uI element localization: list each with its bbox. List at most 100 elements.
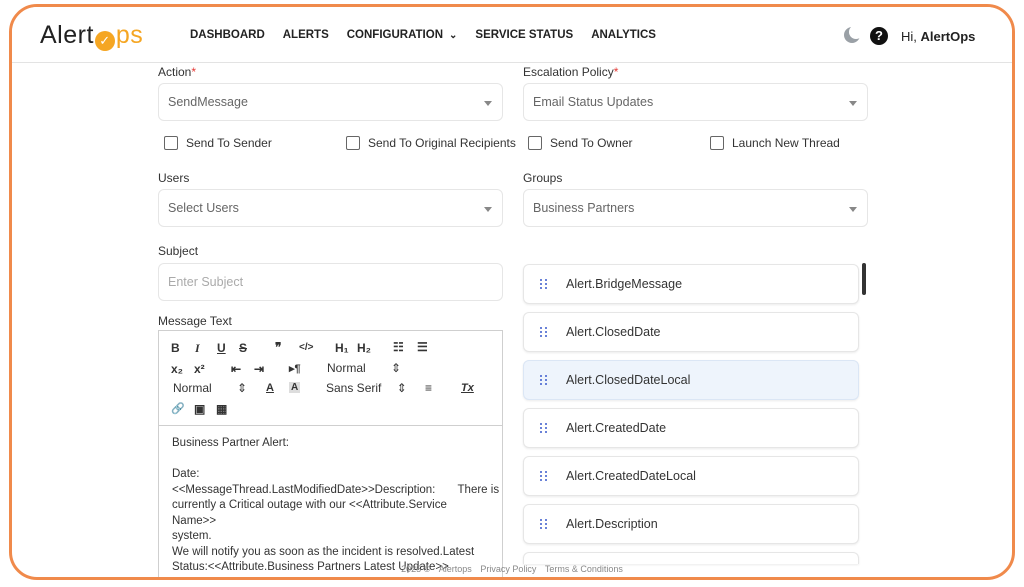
- action-label-text: Action: [158, 65, 192, 79]
- underline-icon[interactable]: U: [217, 341, 226, 355]
- blockquote-icon[interactable]: ❞: [275, 340, 281, 354]
- font-size-value: Normal: [173, 381, 212, 395]
- drag-handle-icon[interactable]: [540, 279, 548, 290]
- superscript-icon[interactable]: x²: [194, 362, 205, 376]
- logo-text-right: ps: [115, 21, 144, 49]
- send-to-sender-checkbox[interactable]: Send To Sender: [164, 136, 272, 150]
- logo-text-left: Alert: [40, 21, 94, 49]
- send-to-original-recipients-checkbox[interactable]: Send To Original Recipients: [346, 136, 516, 150]
- italic-icon[interactable]: I: [195, 341, 200, 356]
- drag-handle-icon[interactable]: [540, 519, 548, 530]
- checkbox-box[interactable]: [710, 136, 724, 150]
- link-icon[interactable]: 🔗: [171, 402, 185, 415]
- footer: 2025 © Alertops Privacy Policy Terms & C…: [12, 564, 1012, 574]
- footer-privacy-link[interactable]: Privacy Policy: [480, 564, 536, 574]
- editor-line: system.: [172, 530, 212, 542]
- outdent-icon[interactable]: ⇤: [231, 362, 241, 376]
- editor-line: We will notify you as soon as the incide…: [172, 545, 475, 558]
- drag-handle-icon[interactable]: [540, 423, 548, 434]
- message-editor[interactable]: B I U S ❞ </> H₁ H₂ ☷ ☰ x₂ x² ⇤ ⇥ ▸¶ Nor…: [158, 330, 503, 577]
- users-label: Users: [158, 171, 190, 185]
- heading-1-icon[interactable]: H₁: [335, 341, 349, 355]
- checkbox-label: Launch New Thread: [732, 136, 840, 150]
- required-mark: *: [191, 65, 197, 79]
- ordered-list-icon[interactable]: ☷: [393, 340, 404, 354]
- caret-down-icon: [484, 101, 492, 106]
- action-select[interactable]: SendMessage: [158, 83, 503, 121]
- nav-alerts[interactable]: ALERTS: [283, 29, 329, 41]
- updown-icon: ⇕: [391, 361, 402, 375]
- list-item-label: Alert.Description: [566, 517, 658, 531]
- subject-label: Subject: [158, 244, 199, 258]
- font-size-select[interactable]: Normal ⇕: [173, 381, 247, 395]
- list-item[interactable]: Alert.BridgeMessage: [523, 264, 859, 304]
- image-icon[interactable]: ▣: [194, 402, 205, 416]
- nav-analytics[interactable]: ANALYTICS: [591, 29, 656, 41]
- background-color-icon[interactable]: A: [289, 382, 301, 393]
- list-item[interactable]: Alert.CreatedDate: [523, 408, 859, 448]
- drag-handle-icon[interactable]: [540, 375, 548, 386]
- caret-down-icon: [849, 101, 857, 106]
- main-nav: DASHBOARD ALERTS CONFIGURATION ⌄ SERVICE …: [190, 29, 656, 41]
- text-color-icon[interactable]: A: [266, 382, 274, 394]
- user-greeting[interactable]: Hi, AlertOps: [901, 29, 975, 44]
- drag-handle-icon[interactable]: [540, 327, 548, 338]
- send-to-owner-checkbox[interactable]: Send To Owner: [528, 136, 633, 150]
- editor-line: <<MessageThread.LastModifiedDate>>Descri…: [172, 483, 500, 496]
- header-format-select[interactable]: Normal ⇕: [327, 361, 401, 375]
- checkbox-box[interactable]: [164, 136, 178, 150]
- clear-format-icon[interactable]: Tx: [461, 382, 474, 394]
- logo-check-icon: ✓: [94, 31, 115, 51]
- bullet-list-icon[interactable]: ☰: [417, 340, 428, 354]
- font-family-select[interactable]: Sans Serif ⇕: [326, 381, 407, 395]
- groups-label: Groups: [523, 171, 563, 185]
- alertops-logo[interactable]: Alert ✓ ps: [40, 21, 144, 51]
- app-window: Alert ✓ ps DASHBOARD ALERTS CONFIGURATION ⌄…: [9, 4, 1015, 580]
- editor-content[interactable]: Business Partner Alert: Date: <<MessageT…: [159, 426, 502, 577]
- text-direction-icon[interactable]: ▸¶: [289, 362, 301, 375]
- greeting-text: Hi,: [901, 29, 917, 44]
- groups-select-value: Business Partners: [533, 201, 635, 215]
- bold-icon[interactable]: B: [171, 341, 180, 355]
- code-block-icon[interactable]: </>: [299, 342, 313, 353]
- checkbox-box[interactable]: [346, 136, 360, 150]
- checkbox-box[interactable]: [528, 136, 542, 150]
- editor-line: Date:: [172, 468, 200, 480]
- nav-configuration[interactable]: CONFIGURATION ⌄: [347, 29, 458, 41]
- footer-copyright: 2025 ©: [401, 564, 431, 574]
- editor-line: Business Partner Alert:: [172, 437, 289, 449]
- help-icon[interactable]: ?: [870, 27, 888, 45]
- subject-placeholder: Enter Subject: [168, 275, 244, 289]
- nav-dashboard[interactable]: DASHBOARD: [190, 29, 265, 41]
- moon-icon[interactable]: [844, 25, 863, 43]
- variable-list-scrollbar[interactable]: [862, 263, 866, 295]
- footer-company-link[interactable]: Alertops: [439, 564, 472, 574]
- users-select[interactable]: Select Users: [158, 189, 503, 227]
- list-item-label: Alert.BridgeMessage: [566, 277, 683, 291]
- groups-select[interactable]: Business Partners: [523, 189, 868, 227]
- indent-icon[interactable]: ⇥: [254, 362, 264, 376]
- checkbox-label: Send To Original Recipients: [368, 136, 516, 150]
- list-item[interactable]: [523, 552, 859, 564]
- strikethrough-icon[interactable]: S: [239, 341, 247, 355]
- nav-service-status[interactable]: SERVICE STATUS: [475, 29, 573, 41]
- launch-new-thread-checkbox[interactable]: Launch New Thread: [710, 136, 840, 150]
- list-item[interactable]: Alert.Description: [523, 504, 859, 544]
- video-icon[interactable]: ▦: [216, 402, 227, 416]
- header-format-value: Normal: [327, 361, 366, 375]
- editor-toolbar: B I U S ❞ </> H₁ H₂ ☷ ☰ x₂ x² ⇤ ⇥ ▸¶ Nor…: [159, 331, 502, 426]
- heading-2-icon[interactable]: H₂: [357, 341, 371, 355]
- user-name: AlertOps: [920, 29, 976, 44]
- caret-down-icon: [849, 207, 857, 212]
- users-select-placeholder: Select Users: [168, 201, 239, 215]
- subject-input[interactable]: Enter Subject: [158, 263, 503, 301]
- drag-handle-icon[interactable]: [540, 471, 548, 482]
- footer-terms-link[interactable]: Terms & Conditions: [545, 564, 623, 574]
- editor-line: currently a Critical outage with our <<A…: [172, 499, 447, 527]
- subscript-icon[interactable]: x₂: [171, 362, 183, 376]
- list-item[interactable]: Alert.CreatedDateLocal: [523, 456, 859, 496]
- list-item[interactable]: Alert.ClosedDateLocal: [523, 360, 859, 400]
- list-item[interactable]: Alert.ClosedDate: [523, 312, 859, 352]
- align-icon[interactable]: ≡: [425, 381, 432, 395]
- escalation-policy-select[interactable]: Email Status Updates: [523, 83, 868, 121]
